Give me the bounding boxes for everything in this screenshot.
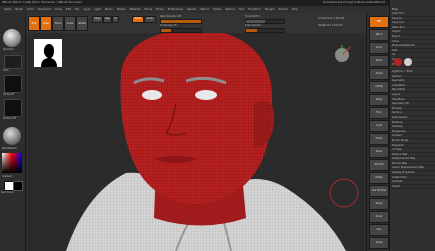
tool-palette: Tool Load Tool Save As Copy Tool Paste Tool… bbox=[389, 0, 435, 251]
edit-button[interactable]: Edit bbox=[28, 16, 40, 31]
material-sphere-icon[interactable] bbox=[3, 127, 21, 145]
zadd-button[interactable]: Zadd bbox=[132, 16, 144, 23]
menu-macro[interactable]: Macro bbox=[105, 8, 113, 11]
tool-zoom3d-button[interactable]: Zoom3D bbox=[369, 159, 389, 171]
menu-material[interactable]: Material bbox=[130, 8, 141, 11]
active-points: ActivePoints: 1.456 Mil bbox=[318, 17, 345, 20]
tool-floor-button[interactable]: Floor bbox=[369, 107, 389, 119]
tool-scroll-button[interactable]: Scroll bbox=[369, 42, 389, 54]
tool-zoom-button[interactable]: Zoom bbox=[369, 55, 389, 67]
menu-marker[interactable]: Marker bbox=[117, 8, 126, 11]
alpha-label: Alpha Off bbox=[3, 93, 15, 96]
menu-draw[interactable]: Draw bbox=[55, 8, 62, 11]
title-right-controls[interactable]: QuickSave See-through 0 Menus DefaultZSc… bbox=[323, 1, 385, 4]
tool-bpr-button[interactable]: BPR bbox=[369, 16, 389, 28]
texture-off-icon[interactable] bbox=[4, 99, 22, 117]
total-points: TotalPoints: 2.012 Mil bbox=[318, 24, 343, 27]
rgb-button[interactable]: Rgb bbox=[103, 16, 112, 23]
menu-light[interactable]: Light bbox=[94, 8, 100, 11]
alpha-off-icon[interactable] bbox=[4, 75, 22, 93]
app-title: ZBrush 2022.0.3 (x64) [Micro Humanoid...… bbox=[2, 1, 83, 4]
stroke-label: Dots bbox=[3, 69, 9, 72]
tool-subpalette-list: Lightbox > Tools Subtool Geometry ArrayMesh… bbox=[391, 70, 435, 190]
tool-palette-title: Tool bbox=[392, 7, 398, 11]
tool-rotate-button[interactable]: Rotate bbox=[369, 172, 389, 184]
menu-zplugin[interactable]: Zplugin bbox=[265, 8, 275, 11]
rotate-button[interactable]: Rotate bbox=[76, 16, 88, 31]
focal-shift-label: Focal Shift 0 bbox=[245, 15, 260, 18]
tool-actual-button[interactable]: Actual bbox=[369, 68, 389, 80]
sculpt-model bbox=[34, 33, 359, 251]
menu-transform[interactable]: Transform bbox=[248, 8, 261, 11]
menu-preferences[interactable]: Preferences bbox=[168, 8, 183, 11]
menu-help[interactable]: Help bbox=[292, 8, 298, 11]
switch-color-label[interactable]: SwitchColor bbox=[1, 191, 14, 194]
mrgb-button[interactable]: Mrgb bbox=[92, 16, 103, 23]
menu-edit[interactable]: Edit bbox=[66, 8, 71, 11]
texture-label: Texture Off bbox=[3, 117, 17, 120]
menu-alpha[interactable]: Alpha bbox=[4, 8, 11, 11]
tool-ghost-button[interactable]: Ghost bbox=[369, 211, 389, 223]
menu-bar: Alpha Brush Color Document Draw Edit File Layer… bbox=[0, 6, 435, 13]
menu-document[interactable]: Document bbox=[38, 8, 51, 11]
material-label: BasicMaterial bbox=[2, 147, 17, 150]
menu-stencil[interactable]: Stencil bbox=[200, 8, 209, 11]
right-tools-shelf: BPR SPix 3 Scroll Zoom Actual AAHalf Persp Floo… bbox=[366, 13, 389, 251]
menu-file[interactable]: File bbox=[75, 8, 79, 11]
draw-button[interactable]: Draw bbox=[40, 16, 52, 31]
palette-item-import[interactable]: Import bbox=[391, 185, 435, 190]
scale-button[interactable]: Scale bbox=[64, 16, 76, 31]
z-intensity-label: Z Intensity 25 bbox=[160, 24, 177, 27]
subtool-thumbnail[interactable] bbox=[394, 58, 402, 66]
top-shelf: Edit Draw Move Scale Rotate Mrgb Rgb M Z… bbox=[0, 13, 366, 34]
left-tray: Standard Dots Alpha Off Texture Off Basi… bbox=[0, 13, 26, 251]
canvas-viewport[interactable] bbox=[26, 33, 366, 251]
menu-brush[interactable]: Brush bbox=[15, 8, 23, 11]
stroke-dots-icon[interactable] bbox=[4, 55, 22, 69]
tool-xpose-button[interactable]: Xpose bbox=[369, 237, 389, 249]
tool-aahalf-button[interactable]: AAHalf bbox=[369, 81, 389, 93]
menu-render[interactable]: Render bbox=[187, 8, 196, 11]
menu-zscript[interactable]: Zscript bbox=[279, 8, 288, 11]
tool-persp-button[interactable]: Persp bbox=[369, 94, 389, 106]
tool-line-fill-polyf-button[interactable]: Line Fill PolyF bbox=[369, 185, 389, 197]
draw-size-label: Draw Size 64 bbox=[245, 24, 261, 27]
menu-picker[interactable]: Picker bbox=[156, 8, 164, 11]
rgb-intensity-label: Rgb Intensity 100 bbox=[160, 15, 182, 18]
gradient-label: Gradient bbox=[2, 175, 12, 178]
menu-layer[interactable]: Layer bbox=[83, 8, 90, 11]
color-picker[interactable] bbox=[2, 153, 22, 173]
brush-cursor bbox=[329, 178, 359, 208]
menu-texture[interactable]: Texture bbox=[225, 8, 235, 11]
tool-solo-button[interactable]: Solo bbox=[369, 224, 389, 236]
zsub-button[interactable]: Zsub bbox=[144, 16, 156, 23]
tool-frame-button[interactable]: Frame bbox=[369, 133, 389, 145]
subtool-thumbnail-2[interactable] bbox=[404, 58, 412, 66]
tool-transp-button[interactable]: Transp bbox=[369, 198, 389, 210]
move-button[interactable]: Move bbox=[52, 16, 64, 31]
menu-color[interactable]: Color bbox=[27, 8, 34, 11]
tool-move-button[interactable]: Move bbox=[369, 146, 389, 158]
menu-stroke[interactable]: Stroke bbox=[213, 8, 221, 11]
brush-label: Standard bbox=[3, 48, 14, 51]
tool-local-button[interactable]: Local bbox=[369, 120, 389, 132]
menu-movie[interactable]: Movie bbox=[144, 8, 152, 11]
tool-spix-3-button[interactable]: SPix 3 bbox=[369, 29, 389, 41]
menu-tool[interactable]: Tool bbox=[239, 8, 244, 11]
m-button[interactable]: M bbox=[112, 16, 119, 23]
standard-brush-icon[interactable] bbox=[3, 29, 21, 47]
secondary-color-swatch[interactable] bbox=[13, 181, 23, 191]
